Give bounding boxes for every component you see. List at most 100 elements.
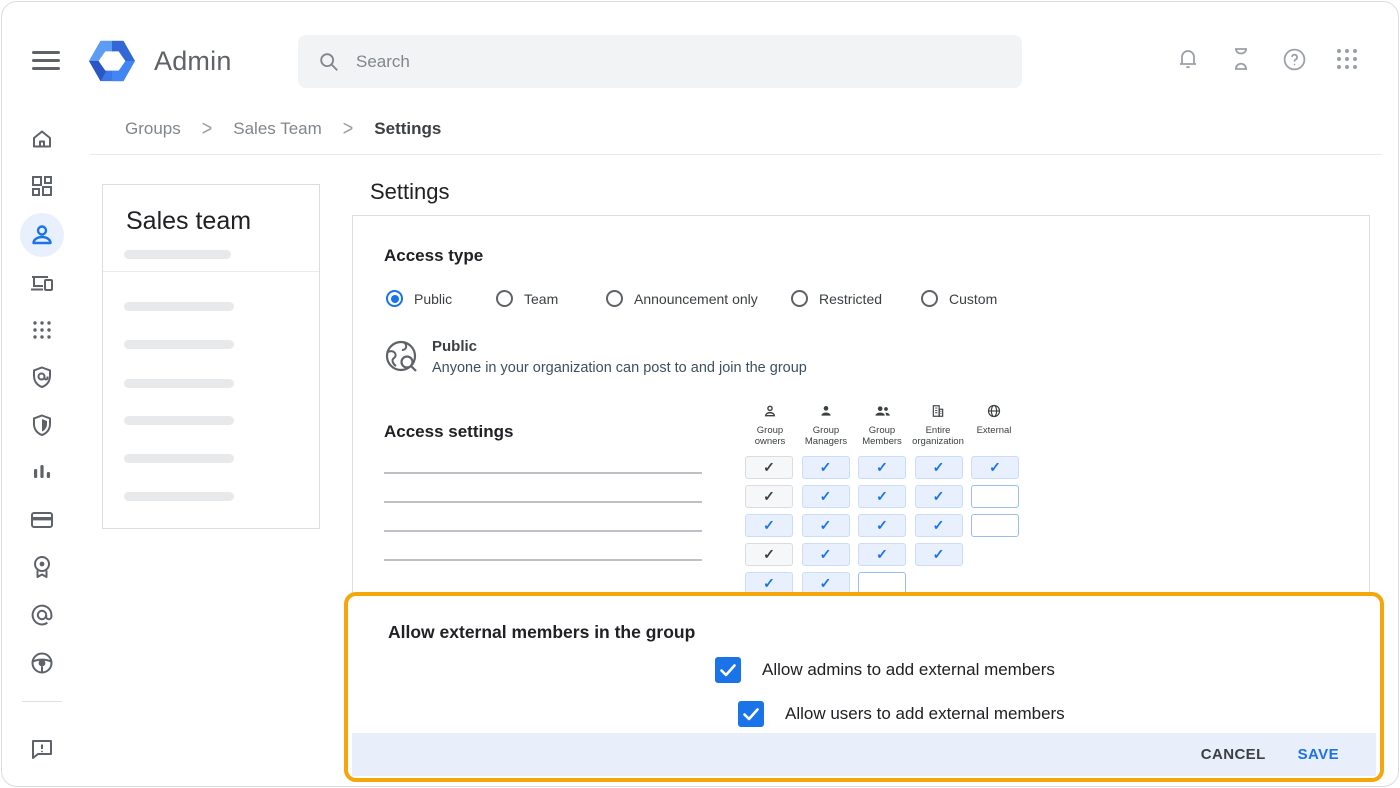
- globe-icon: [987, 404, 1001, 418]
- allow-users-checkbox[interactable]: [738, 701, 764, 727]
- column-group-managers: Group Managers: [798, 404, 854, 447]
- home-icon: [30, 127, 54, 151]
- menu-icon[interactable]: [32, 51, 60, 71]
- access-cell-checked[interactable]: ✓: [802, 543, 850, 566]
- group-card-title: Sales team: [126, 207, 251, 236]
- radio-icon: [606, 290, 623, 307]
- radio-public[interactable]: Public: [386, 290, 452, 307]
- access-cell-checked[interactable]: ✓: [915, 543, 963, 566]
- sidebar-item-home[interactable]: [20, 117, 64, 161]
- sidebar-divider: [22, 701, 62, 702]
- radio-restricted[interactable]: Restricted: [791, 290, 882, 307]
- building-icon: [931, 404, 945, 418]
- sidebar-item-apps[interactable]: [20, 308, 64, 352]
- selected-access-description: Anyone in your organization can post to …: [432, 360, 807, 376]
- at-sign-icon: [30, 603, 54, 627]
- allow-admins-row: Allow admins to add external members: [715, 657, 1055, 683]
- radio-icon: [386, 290, 403, 307]
- allow-admins-checkbox[interactable]: [715, 657, 741, 683]
- sidebar-item-directory[interactable]: [20, 213, 64, 257]
- access-cell-checked[interactable]: ✓: [915, 485, 963, 508]
- check-icon: [720, 664, 736, 677]
- shield-at-icon: [30, 365, 54, 389]
- bar-chart-icon: [32, 462, 52, 482]
- skeleton-line: [124, 379, 234, 388]
- skeleton-line: [124, 492, 234, 501]
- breadcrumb-groups[interactable]: Groups: [125, 119, 181, 139]
- search-placeholder: Search: [356, 52, 410, 72]
- access-grid: ✓✓✓✓✓✓✓✓✓✓✓✓✓✓✓✓✓✓✓: [745, 456, 1019, 601]
- access-cell-checked[interactable]: ✓: [745, 514, 793, 537]
- breadcrumb-sales-team[interactable]: Sales Team: [233, 119, 322, 139]
- sidebar-item-reporting[interactable]: [20, 450, 64, 494]
- column-group-members: Group Members: [854, 404, 910, 447]
- save-button[interactable]: SAVE: [1298, 746, 1339, 763]
- external-members-heading: Allow external members in the group: [388, 622, 695, 643]
- radio-label: Team: [524, 291, 558, 307]
- radio-icon: [791, 290, 808, 307]
- tasks-hourglass-icon[interactable]: [1228, 46, 1254, 72]
- sidebar-item-security[interactable]: [20, 403, 64, 447]
- apps-dots-icon: [32, 320, 52, 340]
- steering-wheel-icon: [30, 651, 54, 675]
- sidebar-item-billing[interactable]: [20, 498, 64, 542]
- chevron-right-icon: >: [202, 115, 213, 141]
- radio-team[interactable]: Team: [496, 290, 558, 307]
- check-icon: [743, 708, 759, 721]
- skeleton-line: [124, 454, 234, 463]
- dashboard-icon: [31, 175, 53, 197]
- column-group-owners: Group owners: [742, 404, 798, 447]
- help-icon[interactable]: [1281, 46, 1307, 72]
- sidebar-item-admin-roles[interactable]: [20, 593, 64, 637]
- skeleton-line: [124, 340, 234, 349]
- access-cell-empty[interactable]: [971, 485, 1019, 508]
- access-cell-checked[interactable]: ✓: [858, 456, 906, 479]
- access-cell-disabled[interactable]: ✓: [745, 543, 793, 566]
- access-cell-checked[interactable]: ✓: [802, 485, 850, 508]
- sidebar-item-devices[interactable]: [20, 261, 64, 305]
- sidebar-item-support[interactable]: [20, 641, 64, 685]
- access-cell-empty[interactable]: [971, 514, 1019, 537]
- allow-admins-label: Allow admins to add external members: [762, 660, 1055, 680]
- column-entire-organization: Entire organization: [910, 404, 966, 447]
- access-cell-checked[interactable]: ✓: [971, 456, 1019, 479]
- sidebar-item-rules[interactable]: [20, 355, 64, 399]
- access-cell-checked[interactable]: ✓: [858, 485, 906, 508]
- access-cell-checked[interactable]: ✓: [802, 514, 850, 537]
- people-icon: [874, 404, 891, 418]
- radio-announcement-only[interactable]: Announcement only: [606, 290, 758, 307]
- radio-label: Announcement only: [634, 291, 758, 307]
- search-input[interactable]: Search: [298, 35, 1022, 88]
- setting-row-underline: [384, 472, 702, 474]
- external-members-highlight: Allow external members in the group Allo…: [344, 592, 1384, 782]
- chevron-right-icon: >: [343, 115, 354, 141]
- public-globe-icon: [384, 339, 420, 380]
- notifications-icon[interactable]: [1175, 46, 1201, 72]
- person-outline-icon: [763, 404, 777, 418]
- sidebar-item-dashboard[interactable]: [20, 164, 64, 208]
- selected-access-title: Public: [432, 338, 477, 355]
- radio-icon: [921, 290, 938, 307]
- action-bar: CANCEL SAVE: [352, 733, 1376, 776]
- radio-label: Restricted: [819, 291, 882, 307]
- access-cell-disabled[interactable]: ✓: [745, 456, 793, 479]
- access-cell-checked[interactable]: ✓: [915, 514, 963, 537]
- apps-grid-icon[interactable]: [1334, 46, 1360, 72]
- sidebar-item-feedback[interactable]: [20, 727, 64, 771]
- group-card: Sales team: [102, 184, 320, 529]
- sidebar-item-account[interactable]: [20, 545, 64, 589]
- access-cell-checked[interactable]: ✓: [802, 456, 850, 479]
- setting-row-underline: [384, 559, 702, 561]
- access-cell-checked[interactable]: ✓: [858, 514, 906, 537]
- skeleton-line: [124, 416, 234, 425]
- access-type-heading: Access type: [384, 246, 483, 266]
- radio-custom[interactable]: Custom: [921, 290, 997, 307]
- access-cell-checked[interactable]: ✓: [915, 456, 963, 479]
- screen: Admin Search G: [0, 0, 1400, 788]
- access-cell-checked[interactable]: ✓: [858, 543, 906, 566]
- skeleton-line: [124, 302, 234, 311]
- app-title: Admin: [154, 46, 232, 77]
- allow-users-label: Allow users to add external members: [785, 704, 1065, 724]
- access-cell-disabled[interactable]: ✓: [745, 485, 793, 508]
- cancel-button[interactable]: CANCEL: [1201, 746, 1266, 763]
